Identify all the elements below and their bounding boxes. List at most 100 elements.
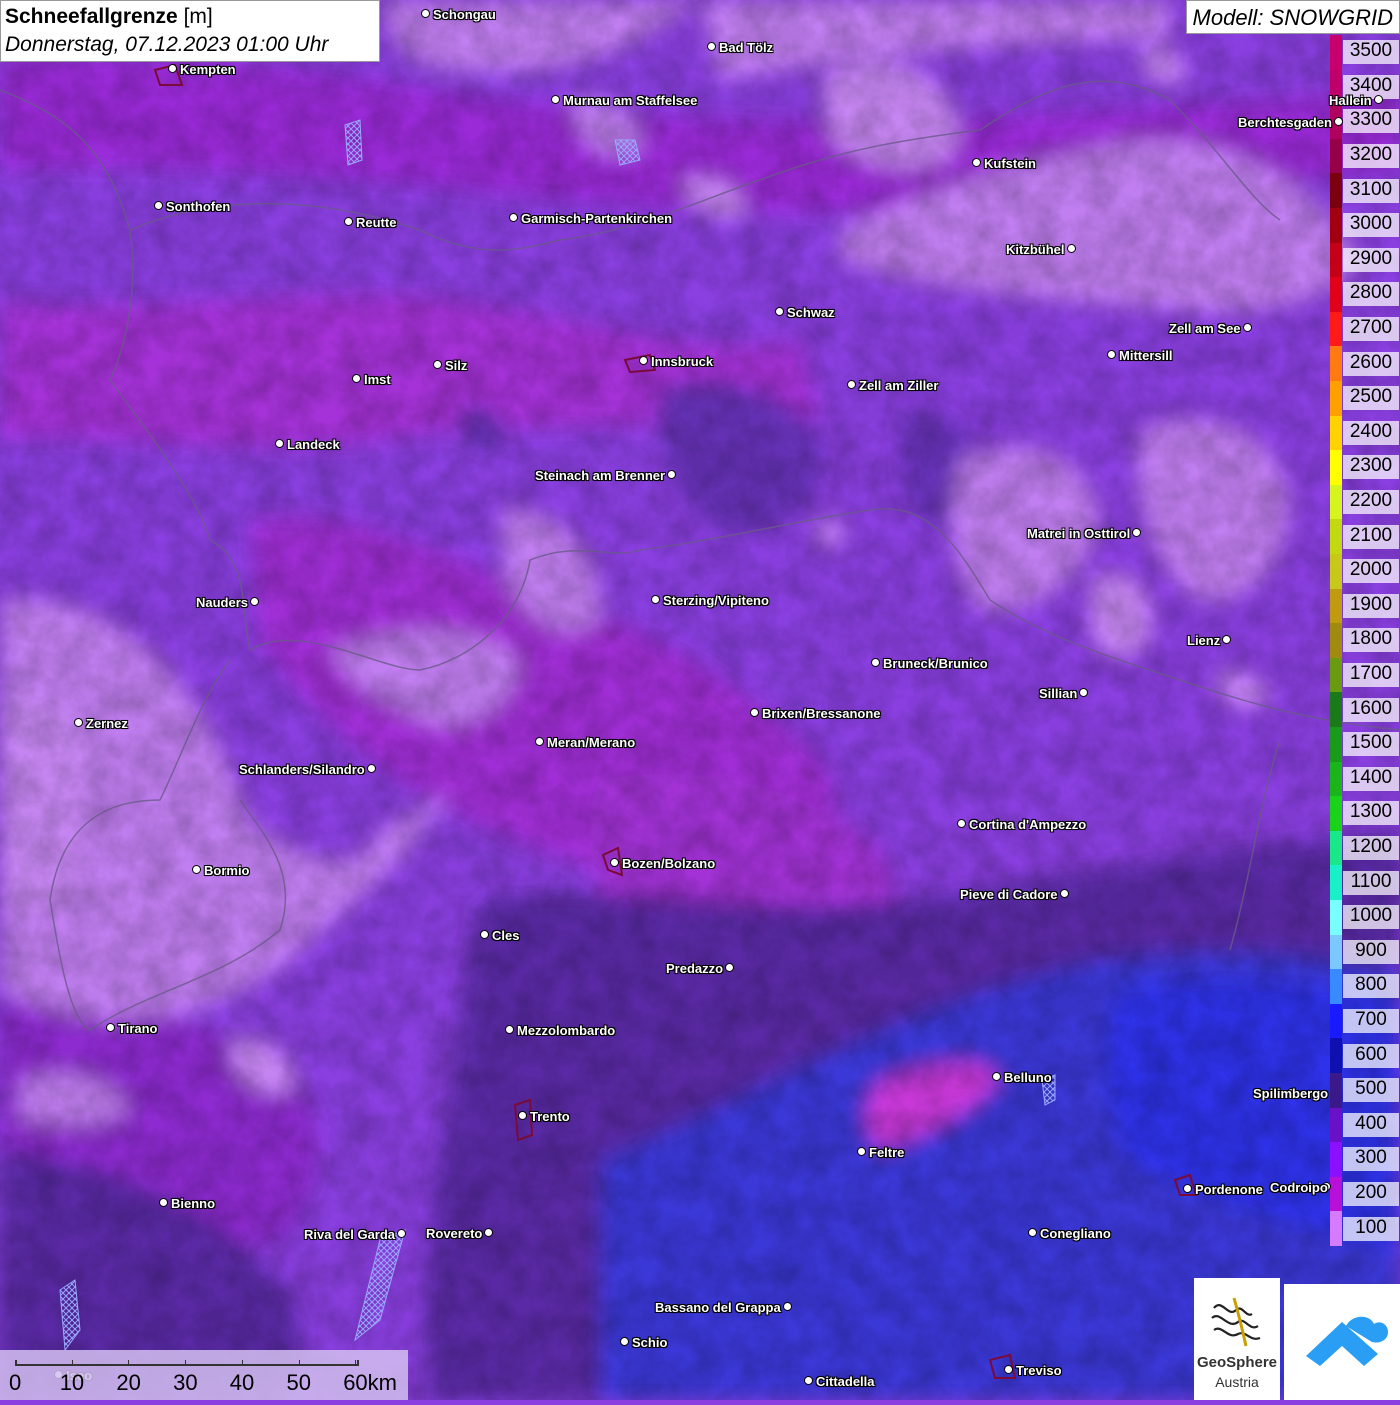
city-dot-icon	[1243, 323, 1252, 332]
legend-swatch	[1330, 311, 1342, 347]
city-dot-icon	[535, 737, 544, 746]
city-dot-icon	[1067, 244, 1076, 253]
city-dot-icon	[250, 597, 259, 606]
city-label: Sonthofen	[166, 199, 231, 214]
city-label: Feltre	[869, 1145, 905, 1160]
legend-row: 1700	[1330, 657, 1400, 693]
legend-label: 1900	[1343, 593, 1399, 618]
legend-row: 1800	[1330, 623, 1400, 658]
city-dot-icon	[707, 42, 716, 51]
map-title-box: Schneefallgrenze [m] Donnerstag, 07.12.2…	[0, 0, 380, 62]
city-dot-icon	[480, 930, 489, 939]
city-dot-icon	[344, 217, 353, 226]
city-label: Mezzolombardo	[517, 1023, 616, 1038]
legend-label: 2200	[1343, 490, 1399, 515]
city-dot-icon	[106, 1023, 115, 1032]
legend-swatch	[1330, 1038, 1342, 1073]
city-label: Sterzing/Vipiteno	[663, 593, 769, 608]
city-dot-icon	[775, 307, 784, 316]
map-title: Schneefallgrenze [m]	[5, 3, 375, 31]
city-dot-icon	[972, 158, 981, 167]
city-label: Schio	[632, 1335, 668, 1350]
scale-tick	[298, 1360, 300, 1366]
city-dot-icon	[1222, 635, 1231, 644]
legend-row: 100	[1330, 1211, 1400, 1246]
city-dot-icon	[871, 658, 880, 667]
legend-label: 3200	[1343, 144, 1399, 169]
legend-row: 700	[1330, 1003, 1400, 1039]
legend-label: 3000	[1343, 213, 1399, 238]
city-dot-icon	[1374, 95, 1383, 104]
city-dot-icon	[509, 213, 518, 222]
geosphere-logo[interactable]: GeoSphere Austria	[1194, 1278, 1280, 1400]
legend-swatch	[1330, 1003, 1342, 1039]
city-dot-icon	[1132, 528, 1141, 537]
legend-swatch	[1330, 346, 1342, 381]
map-datetime: Donnerstag, 07.12.2023 01:00 Uhr	[5, 33, 329, 56]
city-label: Pordenone	[1195, 1182, 1263, 1197]
legend-label: 2000	[1343, 559, 1399, 584]
legend-label: 1400	[1343, 766, 1399, 791]
city-dot-icon	[857, 1147, 866, 1156]
city-dot-icon	[1079, 688, 1088, 697]
legend-row: 1200	[1330, 830, 1400, 866]
city-label: Imst	[364, 372, 391, 387]
city-label: Treviso	[1016, 1363, 1062, 1378]
city-label: Murnau am Staffelsee	[563, 93, 698, 108]
legend-label: 2600	[1343, 351, 1399, 376]
city-dot-icon	[154, 201, 163, 210]
legend-label: 600	[1343, 1043, 1399, 1068]
scale-tick	[128, 1360, 130, 1366]
city-label: Landeck	[287, 437, 340, 452]
legend-swatch	[1330, 554, 1342, 589]
legend-label: 1600	[1343, 697, 1399, 722]
city-label: Lienz	[1187, 633, 1221, 648]
city-label: Kitzbühel	[1006, 242, 1065, 257]
legend-label: 700	[1343, 1009, 1399, 1034]
city-dot-icon	[397, 1229, 406, 1238]
legend-label: 1500	[1343, 732, 1399, 757]
city-label: Codroipo	[1270, 1180, 1328, 1195]
legend-row: 1600	[1330, 692, 1400, 727]
legend-swatch	[1330, 1073, 1342, 1108]
legend-swatch	[1330, 692, 1342, 727]
model-label: Modell: SNOWGRID	[1185, 0, 1400, 34]
legend-row: 1500	[1330, 727, 1400, 762]
city-label: Schlanders/Silandro	[239, 762, 365, 777]
legend-label: 300	[1343, 1147, 1399, 1172]
legend-row: 2300	[1330, 450, 1400, 485]
legend-swatch	[1330, 519, 1342, 554]
city-label: Nauders	[196, 595, 249, 610]
legend-swatch	[1330, 969, 1342, 1004]
city-label: Zernez	[86, 716, 128, 731]
scale-label: 50	[286, 1370, 311, 1395]
scale-tick	[241, 1360, 243, 1366]
legend-row: 2400	[1330, 415, 1400, 451]
legend-swatch	[1330, 1176, 1342, 1212]
city-label: Bormio	[204, 863, 250, 878]
legend-row: 600	[1330, 1038, 1400, 1073]
legend-swatch	[1330, 796, 1342, 831]
legend-row: 2600	[1330, 346, 1400, 381]
city-dot-icon	[750, 708, 759, 717]
city-label: Hallein	[1329, 93, 1372, 108]
map-title-main: Schneefallgrenze	[5, 5, 178, 28]
city-label: Cortina d'Ampezzo	[969, 817, 1087, 832]
city-label: Schongau	[433, 7, 496, 22]
legend-swatch	[1330, 657, 1342, 693]
legend-label: 2500	[1343, 386, 1399, 411]
legend-row: 1400	[1330, 761, 1400, 797]
legend-swatch	[1330, 415, 1342, 451]
city-dot-icon	[725, 963, 734, 972]
city-label: Pieve di Cadore	[960, 887, 1058, 902]
city-dot-icon	[505, 1025, 514, 1034]
legend-label: 2400	[1343, 420, 1399, 445]
app-logo[interactable]	[1284, 1284, 1400, 1400]
city-label: Predazzo	[666, 961, 724, 976]
legend-row: 400	[1330, 1107, 1400, 1143]
city-dot-icon	[804, 1376, 813, 1385]
scale-label: 30	[173, 1370, 198, 1395]
city-dot-icon	[620, 1337, 629, 1346]
legend-row: 3000	[1330, 208, 1400, 243]
legend-row: 1100	[1330, 865, 1400, 900]
